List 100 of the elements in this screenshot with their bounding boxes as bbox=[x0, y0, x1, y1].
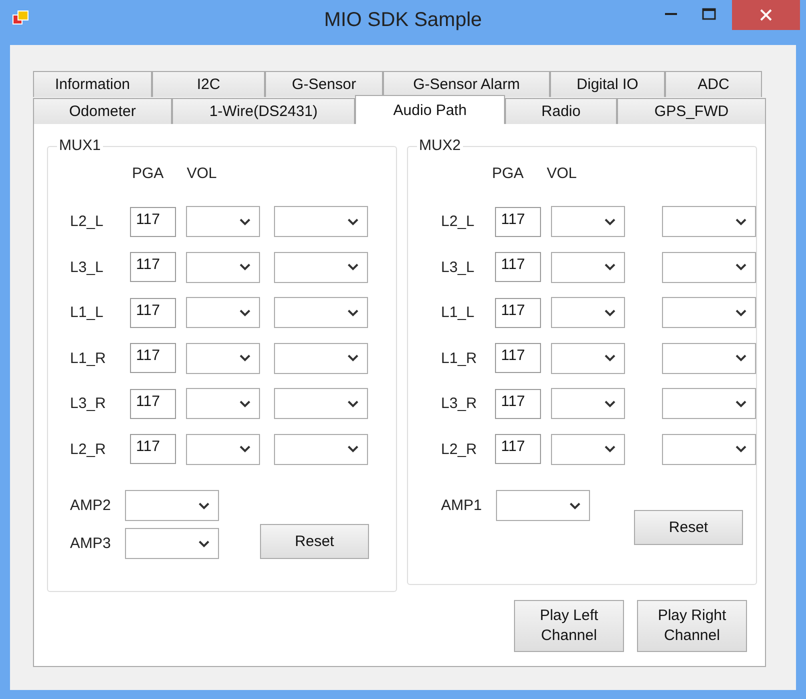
channel-label: L3_R bbox=[441, 395, 478, 412]
tab[interactable]: G-Sensor bbox=[265, 71, 383, 97]
dropdown[interactable] bbox=[551, 434, 625, 465]
chevron-down-icon bbox=[604, 354, 616, 362]
tab[interactable]: Radio bbox=[505, 98, 617, 124]
pga-field[interactable]: 117 bbox=[130, 252, 176, 282]
chevron-down-icon bbox=[347, 400, 359, 408]
channel-label: L3_R bbox=[70, 395, 107, 412]
tab[interactable]: G-Sensor Alarm bbox=[383, 71, 550, 97]
tab[interactable]: Audio Path bbox=[355, 95, 505, 124]
window-title: MIO SDK Sample bbox=[323, 9, 483, 32]
chevron-down-icon bbox=[239, 263, 251, 272]
column-header: VOL bbox=[186, 165, 217, 184]
dropdown[interactable] bbox=[186, 206, 260, 238]
chevron-down-icon bbox=[604, 400, 616, 408]
chevron-down-icon bbox=[239, 308, 251, 317]
channel-label: L2_R bbox=[441, 440, 478, 458]
dropdown[interactable] bbox=[186, 252, 260, 283]
dropdown[interactable] bbox=[274, 252, 368, 283]
dropdown[interactable] bbox=[662, 388, 756, 420]
channel-label: L2_L bbox=[70, 213, 104, 230]
tab[interactable]: Odometer bbox=[33, 98, 172, 124]
dropdown[interactable] bbox=[125, 528, 219, 559]
pga-field[interactable]: 117 bbox=[130, 206, 176, 237]
channel-label: L1_R bbox=[70, 350, 107, 367]
dropdown[interactable] bbox=[551, 252, 625, 283]
pga-field[interactable]: 117 bbox=[495, 252, 541, 282]
chevron-down-icon bbox=[604, 218, 616, 226]
dropdown[interactable] bbox=[274, 297, 368, 328]
chevron-down-icon bbox=[735, 400, 747, 408]
pga-field[interactable]: 117 bbox=[130, 388, 176, 419]
channel-label: L1_L bbox=[441, 304, 476, 322]
channel-label: L3_L bbox=[441, 258, 476, 276]
amp-label: AMP1 bbox=[441, 497, 483, 514]
chevron-down-icon bbox=[347, 354, 359, 362]
chevron-down-icon bbox=[239, 445, 251, 454]
dropdown[interactable] bbox=[186, 388, 260, 420]
channel-label: L1_L bbox=[70, 304, 104, 322]
reset-button[interactable]: Reset bbox=[634, 510, 743, 545]
dropdown[interactable] bbox=[186, 434, 260, 465]
reset-button[interactable]: Reset bbox=[260, 524, 369, 559]
minimize-icon bbox=[665, 12, 677, 16]
dropdown[interactable] bbox=[274, 388, 368, 420]
chevron-down-icon bbox=[735, 308, 747, 317]
pga-field[interactable]: 117 bbox=[130, 434, 176, 464]
chevron-down-icon bbox=[239, 218, 251, 226]
dropdown[interactable] bbox=[274, 434, 368, 465]
tab[interactable]: 1-Wire(DS2431) bbox=[172, 98, 355, 124]
dropdown[interactable] bbox=[662, 297, 756, 328]
chevron-down-icon bbox=[347, 263, 359, 272]
dropdown[interactable] bbox=[186, 342, 260, 374]
dropdown[interactable] bbox=[274, 342, 368, 374]
chevron-down-icon bbox=[239, 400, 251, 408]
amp-label: AMP3 bbox=[70, 535, 112, 552]
dropdown[interactable] bbox=[125, 490, 219, 521]
dropdown[interactable] bbox=[496, 490, 590, 521]
dropdown[interactable] bbox=[274, 206, 368, 238]
chevron-down-icon bbox=[604, 445, 616, 454]
chevron-down-icon bbox=[347, 218, 359, 226]
dropdown[interactable] bbox=[551, 297, 625, 328]
pga-field[interactable]: 117 bbox=[495, 298, 541, 328]
dropdown[interactable] bbox=[551, 342, 625, 374]
tab[interactable]: ADC bbox=[665, 71, 762, 97]
column-header: VOL bbox=[546, 165, 577, 184]
app-icon bbox=[12, 10, 30, 26]
pga-field[interactable]: 117 bbox=[495, 434, 541, 464]
dropdown[interactable] bbox=[662, 252, 756, 283]
pga-field[interactable]: 117 bbox=[130, 343, 176, 374]
channel-label: L3_L bbox=[70, 258, 104, 276]
play-button[interactable]: Play Right Channel bbox=[637, 600, 747, 652]
tab[interactable]: GPS_FWD bbox=[617, 98, 766, 124]
pga-field[interactable]: 117 bbox=[130, 298, 176, 328]
chevron-down-icon bbox=[604, 263, 616, 272]
pga-field[interactable]: 117 bbox=[495, 206, 541, 237]
tab[interactable]: Information bbox=[33, 71, 152, 97]
column-header: PGA bbox=[132, 165, 164, 184]
pga-field[interactable]: 117 bbox=[495, 343, 541, 374]
column-header: PGA bbox=[492, 165, 524, 184]
close-button[interactable] bbox=[732, 0, 800, 30]
dropdown[interactable] bbox=[662, 206, 756, 238]
dropdown[interactable] bbox=[551, 388, 625, 420]
dropdown[interactable] bbox=[662, 434, 756, 465]
dropdown[interactable] bbox=[551, 206, 625, 238]
chevron-down-icon bbox=[735, 354, 747, 362]
chevron-down-icon bbox=[198, 502, 210, 510]
close-icon bbox=[759, 8, 773, 22]
chevron-down-icon bbox=[604, 308, 616, 317]
pga-field[interactable]: 117 bbox=[495, 388, 541, 419]
maximize-icon bbox=[702, 8, 716, 20]
play-button[interactable]: Play Left Channel bbox=[514, 600, 624, 652]
channel-label: L1_R bbox=[441, 350, 478, 367]
dropdown[interactable] bbox=[662, 342, 756, 374]
channel-label: L2_L bbox=[441, 213, 476, 230]
tab[interactable]: I2C bbox=[152, 71, 265, 97]
dropdown[interactable] bbox=[186, 297, 260, 328]
chevron-down-icon bbox=[347, 445, 359, 454]
amp-label: AMP2 bbox=[70, 497, 112, 514]
chevron-down-icon bbox=[347, 308, 359, 317]
tab[interactable]: Digital IO bbox=[550, 71, 665, 97]
chevron-down-icon bbox=[735, 263, 747, 272]
